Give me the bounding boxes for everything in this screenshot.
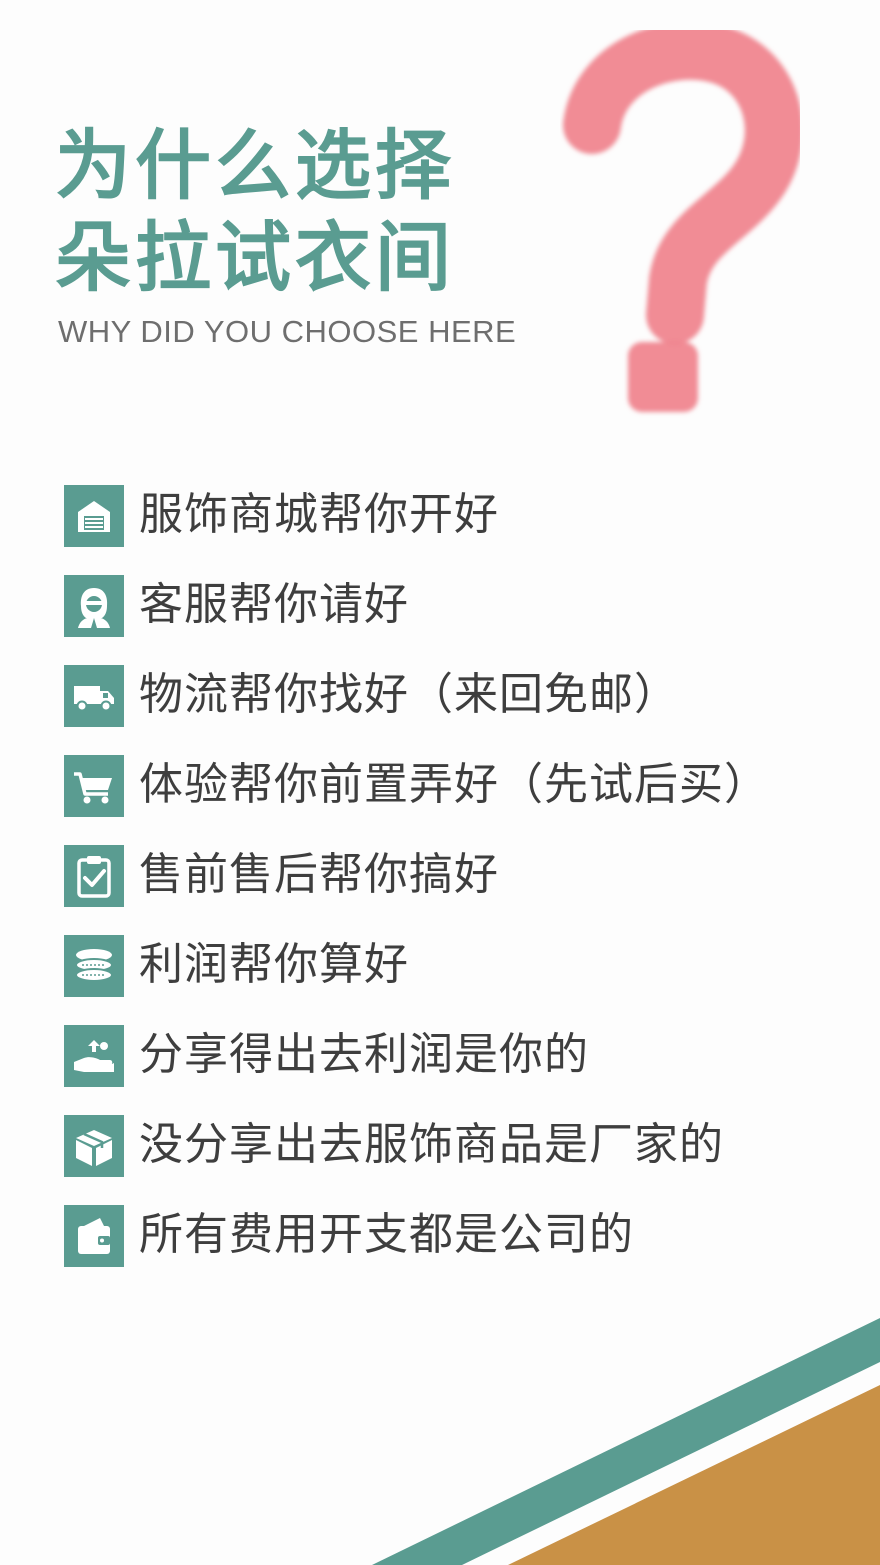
question-mark-icon xyxy=(563,30,800,412)
shopping-cart-icon xyxy=(64,755,124,817)
feature-text: 体验帮你前置弄好（先试后买） xyxy=(139,759,769,810)
delivery-truck-icon xyxy=(64,665,124,727)
feature-text: 分享得出去利润是你的 xyxy=(139,1029,589,1080)
coins-icon xyxy=(64,935,124,997)
package-box-icon xyxy=(64,1115,124,1177)
feature-text: 利润帮你算好 xyxy=(139,939,409,990)
feature-text: 服饰商城帮你开好 xyxy=(139,489,499,540)
feature-text: 售前售后帮你搞好 xyxy=(139,849,499,900)
hand-money-icon xyxy=(64,1025,124,1087)
feature-text: 没分享出去服饰商品是厂家的 xyxy=(139,1119,724,1170)
orange-stripe xyxy=(508,1385,880,1565)
feature-text: 客服帮你请好 xyxy=(139,579,409,630)
poster: 为什么选择 朵拉试衣间 WHY DID YOU CHOOSE HERE 服饰商城… xyxy=(0,0,880,1565)
feature-text: 物流帮你找好（来回免邮） xyxy=(139,669,679,720)
teal-stripe xyxy=(372,1318,880,1565)
page-title-line1: 为什么选择 xyxy=(55,121,455,210)
clipboard-check-icon xyxy=(64,845,124,907)
customer-service-icon xyxy=(64,575,124,637)
wallet-icon xyxy=(64,1205,124,1267)
page-subtitle: WHY DID YOU CHOOSE HERE xyxy=(58,314,517,349)
page-title-line2: 朵拉试衣间 xyxy=(55,213,455,302)
feature-text: 所有费用开支都是公司的 xyxy=(139,1209,634,1260)
store-icon xyxy=(64,485,124,547)
